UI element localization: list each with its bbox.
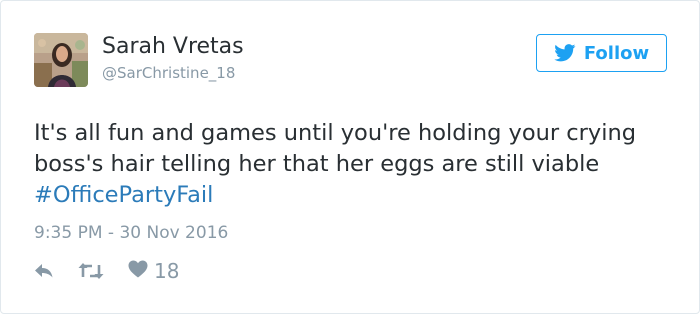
like-count: 18	[154, 259, 180, 283]
tweet-actions: 18	[34, 259, 179, 283]
follow-label: Follow	[583, 42, 650, 64]
tweet-text: It's all fun and games until you're hold…	[34, 118, 664, 211]
like-button[interactable]: 18	[128, 259, 179, 283]
user-handle[interactable]: @SarChristine_18	[102, 63, 235, 83]
tweet-card: Sarah Vretas @SarChristine_18 Follow It'…	[0, 0, 700, 314]
tweet-timestamp[interactable]: 9:35 PM - 30 Nov 2016	[34, 222, 228, 244]
avatar-image	[34, 33, 88, 87]
display-name[interactable]: Sarah Vretas	[102, 33, 244, 61]
avatar[interactable]	[34, 33, 88, 87]
heart-icon	[128, 260, 148, 282]
reply-icon[interactable]	[34, 263, 54, 279]
hashtag-link[interactable]: #OfficePartyFail	[34, 182, 213, 208]
retweet-icon[interactable]	[78, 262, 104, 280]
bird-icon	[554, 44, 576, 62]
follow-button[interactable]: Follow	[536, 34, 667, 72]
tweet-body: It's all fun and games until you're hold…	[34, 120, 636, 177]
